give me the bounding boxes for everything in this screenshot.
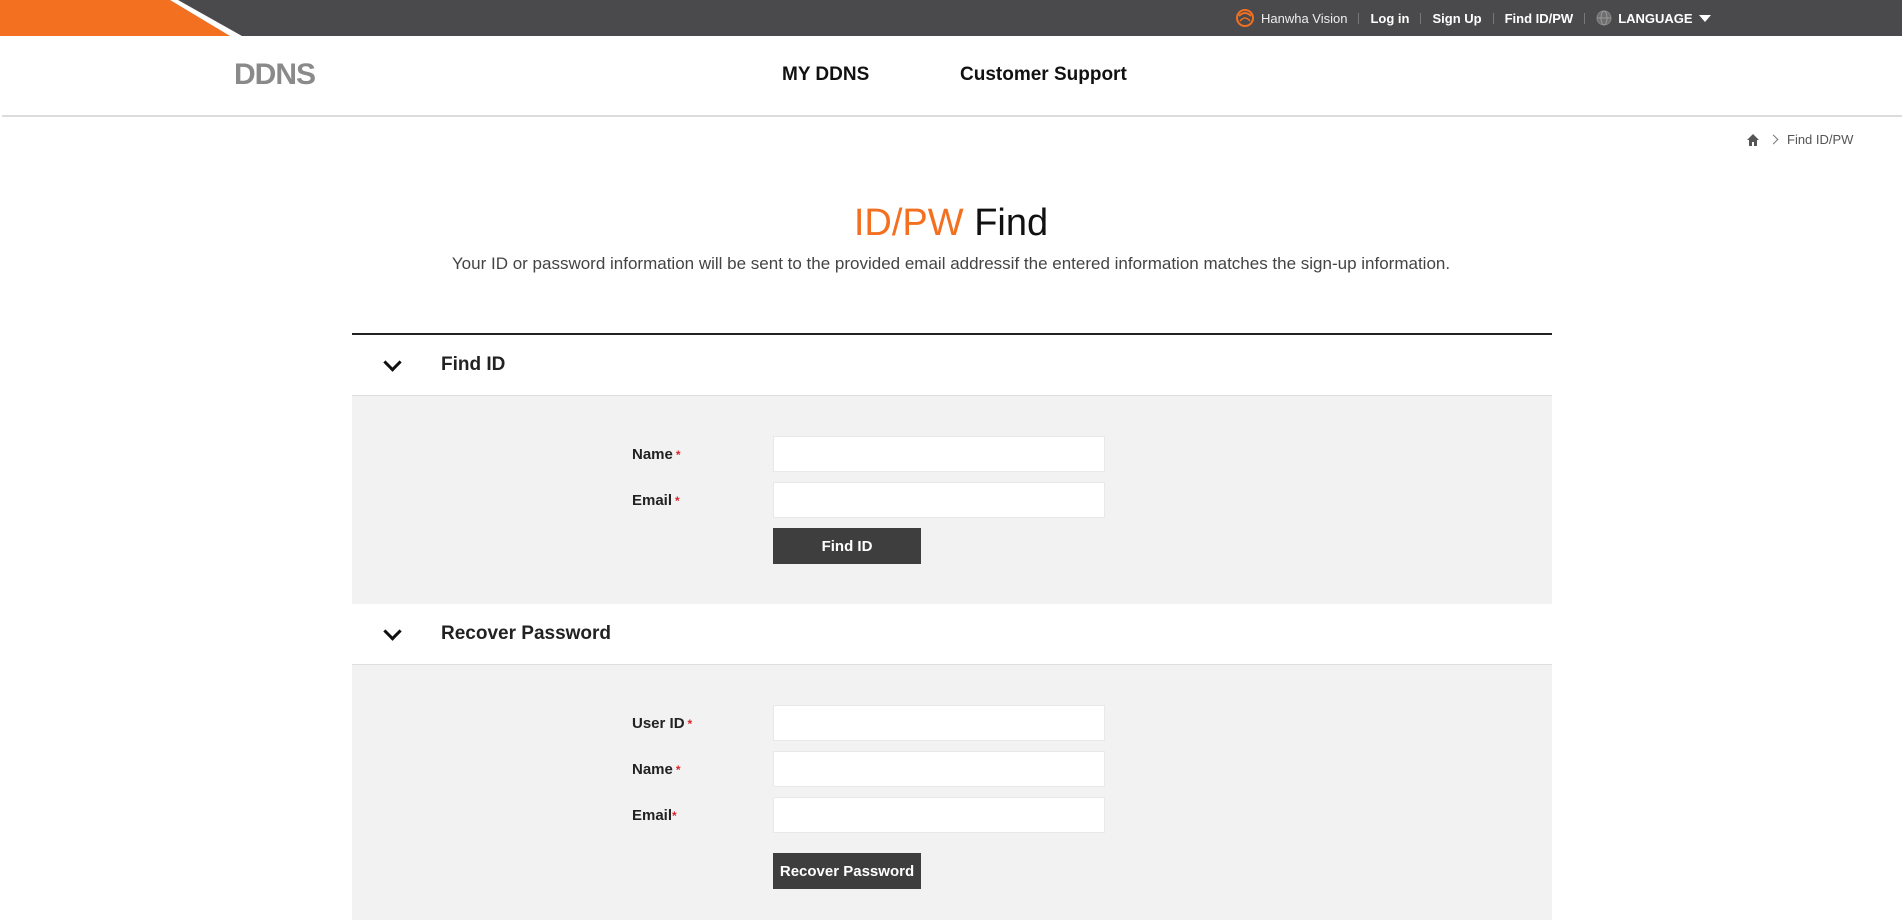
find-id-email-row: Email *: [352, 482, 1552, 518]
globe-icon: [1596, 10, 1612, 26]
chevron-down-icon: [383, 621, 402, 641]
email-label-text: Email: [632, 492, 673, 509]
recover-password-panel: User ID * Name * Email* Recover Password: [352, 665, 1552, 920]
signup-link[interactable]: Sign Up: [1432, 11, 1481, 26]
find-id-email-label: Email *: [632, 492, 680, 509]
top-bar: Hanwha Vision Log in Sign Up Find ID/PW …: [0, 0, 1902, 36]
caret-down-icon: [1698, 14, 1711, 22]
site-header: DDNS MY DDNS Customer Support: [2, 36, 1902, 117]
find-id-name-label: Name *: [632, 446, 681, 463]
recover-name-input[interactable]: [773, 751, 1105, 787]
page-title-accent: ID/PW: [853, 202, 964, 244]
page-title: ID/PW Find: [0, 202, 1902, 245]
recover-userid-row: User ID *: [352, 705, 1552, 741]
language-selector[interactable]: LANGUAGE: [1596, 10, 1711, 26]
top-bar-accent: [0, 0, 230, 36]
home-icon[interactable]: [1746, 133, 1760, 147]
nav-customer-support[interactable]: Customer Support: [960, 64, 1127, 86]
brand-text: Hanwha Vision: [1261, 10, 1348, 26]
recover-name-row: Name *: [352, 751, 1552, 787]
top-links: Hanwha Vision Log in Sign Up Find ID/PW …: [1233, 0, 1711, 36]
divider: [1358, 12, 1360, 24]
breadcrumb-current: Find ID/PW: [1787, 132, 1854, 147]
name-label-text: Name: [632, 761, 673, 778]
recover-email-label: Email*: [632, 807, 677, 824]
login-link[interactable]: Log in: [1370, 11, 1409, 26]
find-id-section-header[interactable]: Find ID: [352, 335, 1552, 396]
required-mark: *: [687, 717, 693, 731]
recover-name-label: Name *: [632, 761, 681, 778]
recover-userid-input[interactable]: [773, 705, 1105, 741]
page-title-rest: Find: [963, 202, 1049, 244]
divider: [1584, 12, 1586, 24]
nav-my-ddns[interactable]: MY DDNS: [782, 64, 869, 86]
recover-password-section-title: Recover Password: [441, 623, 612, 644]
recover-userid-label: User ID *: [632, 715, 692, 732]
hanwha-vision-brand[interactable]: Hanwha Vision: [1233, 6, 1347, 30]
find-id-panel: Name * Email * Find ID: [352, 396, 1552, 604]
divider: [1492, 12, 1494, 24]
recover-password-section-header[interactable]: Recover Password: [352, 604, 1552, 665]
userid-label-text: User ID: [632, 715, 685, 732]
recover-email-row: Email*: [352, 797, 1552, 833]
find-id-name-input[interactable]: [773, 436, 1105, 472]
find-id-name-row: Name *: [352, 436, 1552, 472]
find-id-section-title: Find ID: [441, 354, 506, 375]
email-label-text: Email: [632, 807, 673, 824]
required-mark: *: [672, 809, 677, 823]
page-subtitle: Your ID or password information will be …: [451, 254, 1451, 273]
required-mark: *: [675, 494, 680, 508]
name-label-text: Name: [632, 446, 673, 463]
breadcrumb: Find ID/PW: [1746, 132, 1853, 147]
find-id-email-input[interactable]: [773, 482, 1105, 518]
language-label: LANGUAGE: [1618, 10, 1693, 26]
recover-email-input[interactable]: [773, 797, 1105, 833]
main-nav: MY DDNS Customer Support: [2, 36, 1902, 115]
required-mark: *: [675, 763, 681, 777]
recover-password-button[interactable]: Recover Password: [773, 853, 921, 889]
find-form-container: Find ID Name * Email * Find ID Recover Pas…: [352, 333, 1552, 920]
required-mark: *: [675, 448, 681, 462]
chevron-right-icon: [1768, 134, 1779, 145]
hanwha-logo-icon: [1236, 9, 1254, 27]
divider: [1420, 12, 1422, 24]
find-idpw-link[interactable]: Find ID/PW: [1505, 11, 1574, 26]
chevron-down-icon: [383, 352, 402, 372]
find-id-button[interactable]: Find ID: [773, 528, 921, 564]
